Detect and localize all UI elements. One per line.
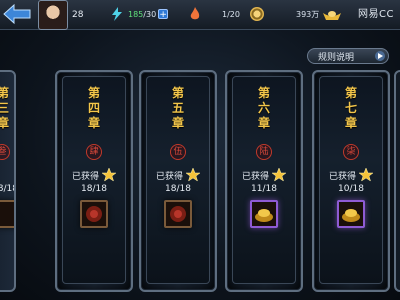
chapter-seal: 柒 <box>343 144 359 160</box>
chapter-title-char: 第 <box>257 86 270 100</box>
fire-icon <box>190 7 200 20</box>
chapter-title-char: 第 <box>0 86 10 101</box>
reward-chest-icon[interactable] <box>0 200 14 228</box>
chapter-title-char: 六 <box>257 101 270 115</box>
obtained-label: 已获得 <box>328 171 356 182</box>
star-count: 18/18 <box>81 184 107 194</box>
chapter-title: 第 六 章 <box>227 86 301 131</box>
chapter-seal: 陆 <box>256 144 272 160</box>
chapter-title-char: 章 <box>87 116 100 130</box>
chapter-card-5[interactable]: 第 五 章 伍 已获得 18/18 <box>139 70 217 292</box>
obtained-label: 已获得 <box>71 171 99 182</box>
stamina-resource: 185/30 + <box>110 4 169 24</box>
chapter-seal: 伍 <box>170 144 186 160</box>
chapter-title-char: 章 <box>0 116 10 131</box>
chapter-card-3[interactable]: 第 三 章 叁 18/18 <box>0 70 16 292</box>
obtained-label: 已获得 <box>155 171 183 182</box>
gold-value: 393万 <box>296 9 320 19</box>
star-count: 10/18 <box>338 184 364 194</box>
gold-resource: 393万 <box>250 4 319 24</box>
chapter-card-7[interactable]: 第 七 章 柒 已获得 10/18 <box>312 70 390 292</box>
star-count: 11/18 <box>251 184 277 194</box>
chapter-title: 第 七 章 <box>314 86 388 131</box>
stamina-max: /30 <box>143 9 157 19</box>
energy-resource: 1/20 <box>188 4 240 24</box>
chapter-title-char: 第 <box>87 86 100 100</box>
reward-chest-icon[interactable] <box>80 200 108 228</box>
chapter-card-next[interactable] <box>394 70 400 292</box>
play-arrow-icon <box>375 51 385 61</box>
chapter-title-char: 三 <box>0 101 10 116</box>
game-screen: 28 185/30 + 1/20 393万 网易CC 规则说明 /1 第 四 章… <box>0 0 400 300</box>
chapter-title-char: 章 <box>171 116 184 130</box>
star-count: 18/18 <box>0 184 14 194</box>
coin-icon <box>250 7 264 21</box>
player-level: 28 <box>72 10 84 20</box>
chapter-title-char: 章 <box>257 116 270 130</box>
chapter-title-char: 第 <box>344 86 357 100</box>
chapter-card-6[interactable]: 第 六 章 陆 已获得 11/18 <box>225 70 303 292</box>
stamina-current: 185 <box>128 9 144 19</box>
star-icon <box>102 168 116 182</box>
energy-value: 1/20 <box>222 9 240 19</box>
chapter-title: 第 五 章 <box>141 86 215 131</box>
chapter-title-char: 五 <box>171 101 184 115</box>
star-icon <box>186 168 200 182</box>
obtained-label: 已获得 <box>241 171 269 182</box>
rules-button[interactable]: 规则说明 <box>307 48 389 64</box>
ingot-icon <box>323 11 341 20</box>
back-arrow-icon[interactable] <box>2 3 32 25</box>
watermark: 网易CC <box>358 9 394 20</box>
star-icon <box>272 168 286 182</box>
star-count: 18/18 <box>165 184 191 194</box>
gold-ingot-reward-icon[interactable] <box>337 200 365 228</box>
chapter-card-4[interactable]: 第 四 章 肆 已获得 18/18 <box>55 70 133 292</box>
chapter-title: 第 四 章 <box>57 86 131 131</box>
top-bar: 28 185/30 + 1/20 393万 网易CC <box>0 0 400 30</box>
reward-chest-icon[interactable] <box>164 200 192 228</box>
add-stamina-button[interactable]: + <box>158 9 169 20</box>
chapter-title-char: 四 <box>87 101 100 115</box>
rules-button-label: 规则说明 <box>318 52 355 63</box>
chapter-seal: 叁 <box>0 144 10 160</box>
star-icon <box>359 168 373 182</box>
chapter-title-char: 七 <box>344 101 357 115</box>
chapter-title-char: 章 <box>344 116 357 130</box>
player-avatar[interactable] <box>38 0 68 30</box>
lightning-icon <box>112 7 122 21</box>
chapter-seal: 肆 <box>86 144 102 160</box>
chapter-title-char: 第 <box>171 86 184 100</box>
gold-ingot-reward-icon[interactable] <box>250 200 278 228</box>
